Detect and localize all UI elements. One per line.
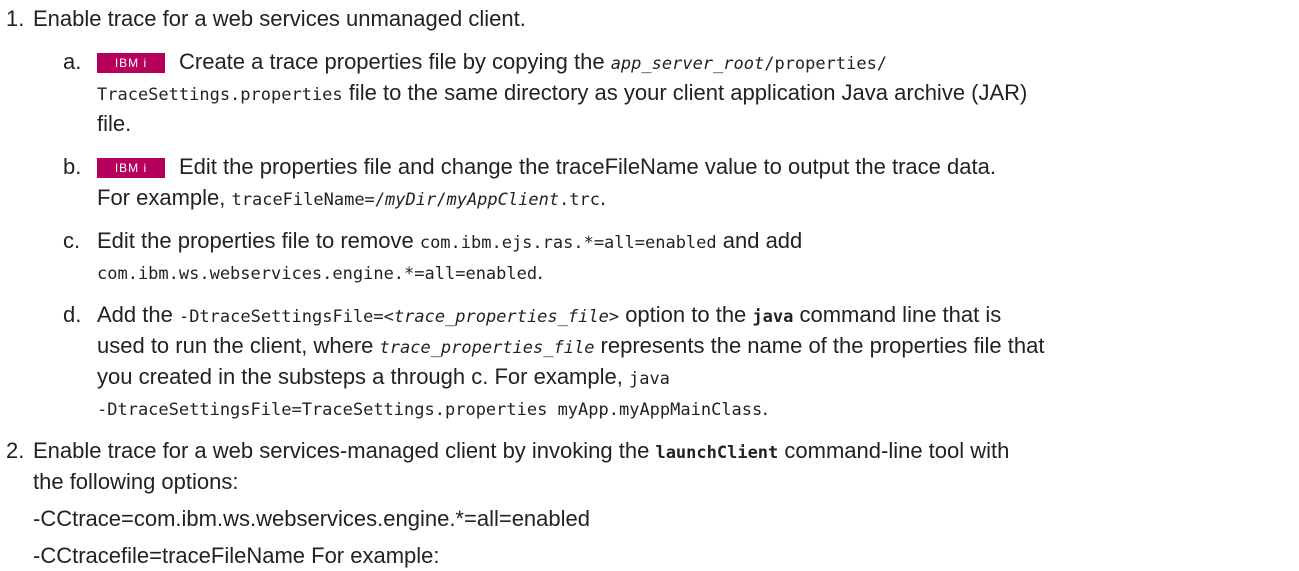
step2-line2: the following options: <box>33 469 239 494</box>
substep-a-line2: TraceSettings.properties file to the sam… <box>97 80 1028 105</box>
substep-d-line3: you created in the substeps a through c.… <box>97 364 670 389</box>
substep-letter: c. <box>63 228 81 253</box>
substep-d-line2: used to run the client, where trace_prop… <box>97 333 1045 358</box>
step2-option-trace: -CCtrace=com.ibm.ws.webservices.engine.*… <box>33 506 590 531</box>
document-page: 1. Enable trace for a web services unman… <box>0 0 1299 569</box>
substep-c-line1: Edit the properties file to remove com.i… <box>97 228 803 253</box>
substep-letter: d. <box>63 302 82 327</box>
step2-option-tracefile: -CCtracefile=traceFileName For example: <box>33 543 440 568</box>
step-number: 2. <box>6 438 25 463</box>
step-number: 1. <box>6 6 25 31</box>
substep-c-line2: com.ibm.ws.webservices.engine.*=all=enab… <box>97 259 544 284</box>
ibm-i-badge: IBM i <box>97 53 165 73</box>
ibm-i-badge: IBM i <box>97 158 165 178</box>
substep-d-line1: Add the -DtraceSettingsFile=<trace_prope… <box>97 302 1002 327</box>
substep-a-line1: IBM i Create a trace properties file by c… <box>97 46 887 80</box>
substep-b-line2: For example, traceFileName=/myDir/myAppC… <box>97 185 607 210</box>
substep-letter: b. <box>63 154 82 179</box>
step2-line1: Enable trace for a web services-managed … <box>33 438 1010 463</box>
substep-d-line4: -DtraceSettingsFile=TraceSettings.proper… <box>97 395 769 420</box>
step-text: Enable trace for a web services unmanage… <box>33 6 526 31</box>
substep-a-line3: file. <box>97 111 132 136</box>
substep-letter: a. <box>63 49 82 74</box>
substep-b-line1: IBM i Edit the properties file and change… <box>97 151 996 182</box>
